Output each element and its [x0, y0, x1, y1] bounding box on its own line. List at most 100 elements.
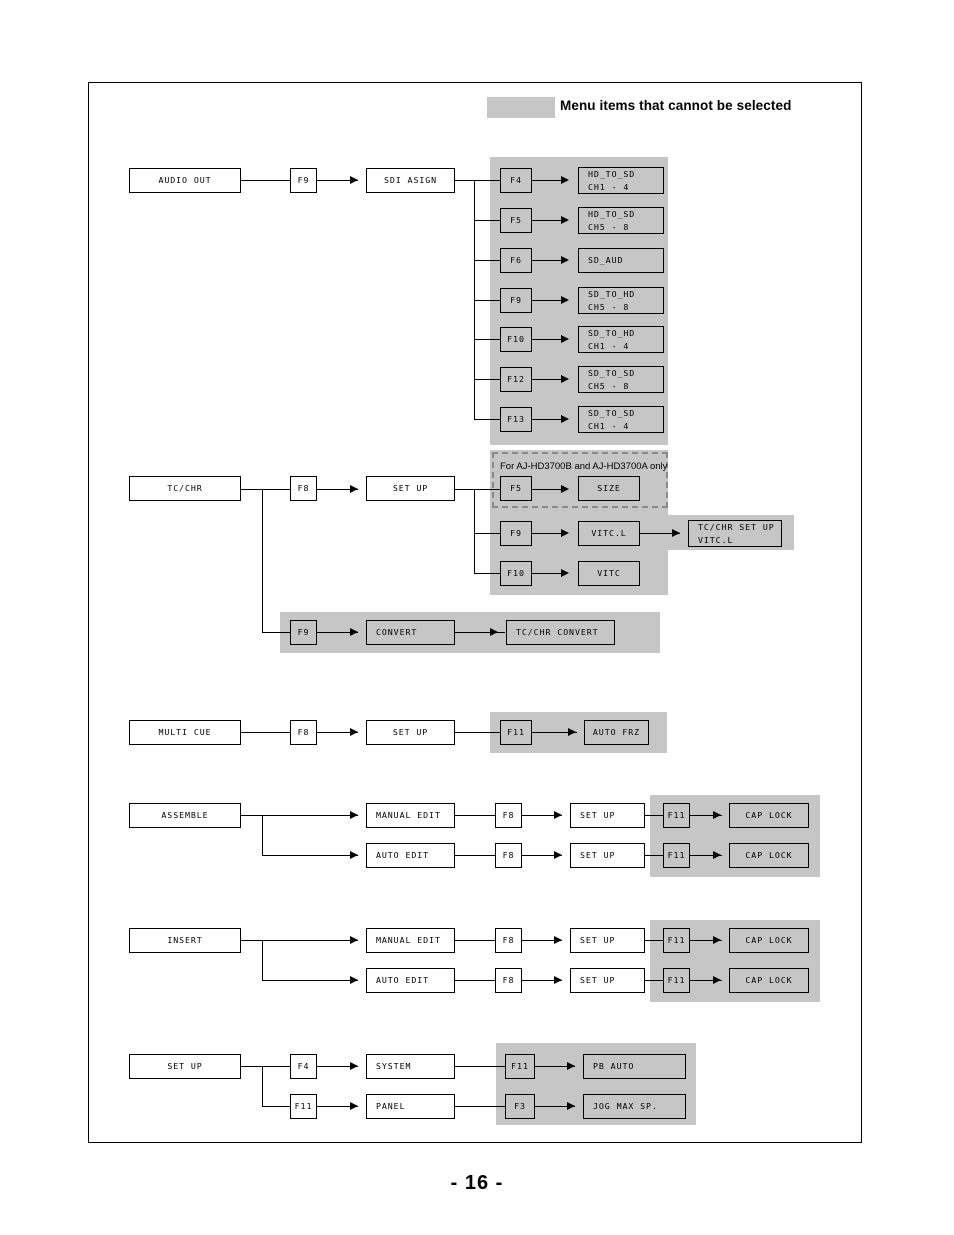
menu-item-insert-auto-cap-lock[interactable]: CAP LOCK	[729, 968, 809, 993]
menu-root-tc-chr[interactable]: TC/CHR	[129, 476, 241, 501]
fkey-insert-manual-f11[interactable]: F11	[663, 928, 690, 953]
arrow-insert-manual-setup	[554, 936, 562, 944]
fkey-assemble-auto-f8[interactable]: F8	[495, 843, 522, 868]
fkey-insert-manual-f8[interactable]: F8	[495, 928, 522, 953]
line-insert-manual-to-key	[455, 940, 495, 942]
fkey-tcchr-f5[interactable]: F5	[500, 476, 532, 501]
fkey-multicue-f8[interactable]: F8	[290, 720, 317, 745]
model-restriction-note: For AJ-HD3700B and AJ-HD3700A only	[500, 461, 668, 472]
fkey-tcchr-convert-f9[interactable]: F9	[290, 620, 317, 645]
fkey-assemble-auto-f11[interactable]: F11	[663, 843, 690, 868]
menu-item-assemble-manual-cap-lock[interactable]: CAP LOCK	[729, 803, 809, 828]
fkey-audio-f9-branch[interactable]: F9	[500, 288, 532, 313]
menu-item-pb-auto[interactable]: PB AUTO	[583, 1054, 686, 1079]
arrow-sdi-item-6	[561, 375, 569, 383]
fkey-tcchr-f10[interactable]: F10	[500, 561, 532, 586]
menu-item-vitc[interactable]: VITC	[578, 561, 640, 586]
arrow-sdi-item-3	[561, 256, 569, 264]
menu-root-multi-cue[interactable]: MULTI CUE	[129, 720, 241, 745]
menu-insert-manual-setup[interactable]: SET UP	[570, 928, 645, 953]
fkey-audio-f12[interactable]: F12	[500, 367, 532, 392]
menu-item-insert-manual-cap-lock[interactable]: CAP LOCK	[729, 928, 809, 953]
fkey-setup-system-f11[interactable]: F11	[505, 1054, 535, 1079]
fkey-tcchr-f9[interactable]: F9	[500, 521, 532, 546]
menu-root-insert[interactable]: INSERT	[129, 928, 241, 953]
menu-item-sd-to-sd-ch5-8[interactable]: SD_TO_SD CH5 - 8	[578, 366, 664, 393]
menu-item-line1: SD_TO_HD	[588, 328, 636, 339]
menu-item-jog-max-sp[interactable]: JOG MAX SP.	[583, 1094, 686, 1119]
line-tcchr-convert-trunk	[262, 489, 264, 632]
fkey-tcchr-f8[interactable]: F8	[290, 476, 317, 501]
menu-item-sd-to-sd-ch1-4[interactable]: SD_TO_SD CH1 - 4	[578, 406, 664, 433]
line-tcchr-root-to-key	[241, 489, 290, 491]
fkey-insert-auto-f11[interactable]: F11	[663, 968, 690, 993]
menu-root-assemble[interactable]: ASSEMBLE	[129, 803, 241, 828]
line-tcchr-branch-1	[474, 489, 500, 491]
menu-setup-system[interactable]: SYSTEM	[366, 1054, 455, 1079]
fkey-audio-f13[interactable]: F13	[500, 407, 532, 432]
arrow-sdi-item-7	[561, 415, 569, 423]
menu-item-size[interactable]: SIZE	[578, 476, 640, 501]
menu-root-audio-out[interactable]: AUDIO OUT	[129, 168, 241, 193]
line-setup-branch-vertical	[262, 1066, 264, 1106]
fkey-multicue-f11[interactable]: F11	[500, 720, 532, 745]
menu-item-sd-aud[interactable]: SD_AUD	[578, 248, 664, 273]
menu-tcchr-setup[interactable]: SET UP	[366, 476, 455, 501]
line-sdi-branch-5	[474, 339, 500, 341]
menu-item-assemble-auto-cap-lock[interactable]: CAP LOCK	[729, 843, 809, 868]
line-assemble-auto-setup-to-key	[645, 855, 663, 857]
menu-item-hd-to-sd-ch1-4[interactable]: HD_TO_SD CH1 - 4	[578, 167, 664, 194]
legend-swatch-disabled	[487, 97, 555, 118]
menu-item-auto-frz[interactable]: AUTO FRZ	[584, 720, 649, 745]
menu-item-sd-to-hd-ch5-8[interactable]: SD_TO_HD CH5 - 8	[578, 287, 664, 314]
menu-root-setup[interactable]: SET UP	[129, 1054, 241, 1079]
menu-assemble-auto-edit[interactable]: AUTO EDIT	[366, 843, 455, 868]
line-sdi-branch-4	[474, 300, 500, 302]
arrow-setup-jog-max	[567, 1102, 575, 1110]
line-assemble-row2	[262, 855, 358, 857]
fkey-assemble-manual-f11[interactable]: F11	[663, 803, 690, 828]
menu-item-sd-to-hd-ch1-4[interactable]: SD_TO_HD CH1 - 4	[578, 326, 664, 353]
menu-multicue-setup[interactable]: SET UP	[366, 720, 455, 745]
menu-insert-auto-edit[interactable]: AUTO EDIT	[366, 968, 455, 993]
line-system-to-key	[455, 1066, 505, 1068]
fkey-setup-panel-f3[interactable]: F3	[505, 1094, 535, 1119]
fkey-audio-f10[interactable]: F10	[500, 327, 532, 352]
fkey-assemble-manual-f8[interactable]: F8	[495, 803, 522, 828]
menu-insert-manual-edit[interactable]: MANUAL EDIT	[366, 928, 455, 953]
arrow-setup-system	[350, 1062, 358, 1070]
arrow-sdi-item-1	[561, 176, 569, 184]
menu-item-hd-to-sd-ch5-8[interactable]: HD_TO_SD CH5 - 8	[578, 207, 664, 234]
menu-setup-panel[interactable]: PANEL	[366, 1094, 455, 1119]
fkey-insert-auto-f8[interactable]: F8	[495, 968, 522, 993]
arrow-assemble-manual-edit	[350, 811, 358, 819]
menu-item-vitc-l[interactable]: VITC.L	[578, 521, 640, 546]
menu-sdi-asign[interactable]: SDI ASIGN	[366, 168, 455, 193]
page-number: - 16 -	[450, 1172, 504, 1194]
fkey-audio-f9[interactable]: F9	[290, 168, 317, 193]
line-insert-auto-setup-to-key	[645, 980, 663, 982]
menu-assemble-manual-setup[interactable]: SET UP	[570, 803, 645, 828]
line-setup-row2	[262, 1106, 290, 1108]
fkey-setup-f11[interactable]: F11	[290, 1094, 317, 1119]
arrow-assemble-auto-item	[713, 851, 721, 859]
arrow-to-convert	[350, 628, 358, 636]
menu-item-line2: CH1 - 4	[588, 340, 630, 351]
menu-assemble-manual-edit[interactable]: MANUAL EDIT	[366, 803, 455, 828]
menu-convert[interactable]: CONVERT	[366, 620, 455, 645]
menu-detail-tcchr-setup-vitcl[interactable]: TC/CHR SET UP VITC.L	[688, 520, 782, 547]
fkey-audio-f6[interactable]: F6	[500, 248, 532, 273]
fkey-setup-f4[interactable]: F4	[290, 1054, 317, 1079]
arrow-assemble-manual-item	[713, 811, 721, 819]
fkey-audio-f4[interactable]: F4	[500, 168, 532, 193]
line-sdi-branch-7	[474, 419, 500, 421]
fkey-audio-f5[interactable]: F5	[500, 208, 532, 233]
line-assemble-branch-vertical	[262, 815, 264, 855]
menu-detail-line1: TC/CHR SET UP	[698, 522, 775, 533]
line-assemble-row1	[241, 815, 358, 817]
menu-detail-tcchr-convert[interactable]: TC/CHR CONVERT	[506, 620, 615, 645]
menu-item-line1: SD_TO_SD	[588, 408, 636, 419]
menu-insert-auto-setup[interactable]: SET UP	[570, 968, 645, 993]
arrow-assemble-auto-edit	[350, 851, 358, 859]
menu-assemble-auto-setup[interactable]: SET UP	[570, 843, 645, 868]
